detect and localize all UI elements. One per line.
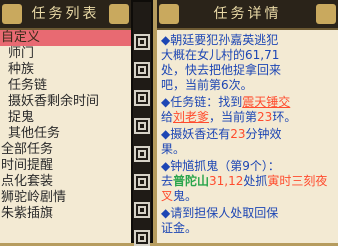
task-list-item[interactable]: 狮驼岭剧情 xyxy=(0,190,131,206)
scroll-decoration-icon xyxy=(134,202,150,218)
title-ornament-left-icon xyxy=(2,4,22,24)
task-list-item[interactable]: 其他任务 xyxy=(0,126,131,142)
scroll-decoration-icon xyxy=(134,174,150,190)
task-list-item[interactable]: 自定义 xyxy=(0,30,131,46)
task-list-title: 任务列表 xyxy=(31,6,100,22)
task-ghost-catching: ◆钟馗抓鬼（第9个）： 去普陀山31,12处抓寅时三刻夜叉鬼。 xyxy=(161,159,328,203)
scroll-decoration-icon xyxy=(134,34,150,50)
task-list-item[interactable]: 全部任务 xyxy=(0,142,131,158)
task-detail-content: ◆朝廷要犯孙嘉英逃犯 大概在女儿村的61,71 处，快去把他捉拿回来 吧，当前第… xyxy=(157,30,338,236)
task-incense-timer: ◆摄妖香还有23分钟效 果。 xyxy=(161,127,282,156)
task-list-item[interactable]: 师门 xyxy=(0,46,131,62)
task-list-title-bar: 任务列表 xyxy=(0,0,131,30)
task-detail-title: 任务详情 xyxy=(213,6,282,22)
task-list-item[interactable]: 点化套装 xyxy=(0,174,131,190)
scroll-decoration-icon xyxy=(134,146,150,162)
task-list-item[interactable]: 种族 xyxy=(0,62,131,78)
task-list-item[interactable]: 捉鬼 xyxy=(0,110,131,126)
task-list-panel: 任务列表 自定义 师门 种族 任务链 摄妖香剩余时间 捉鬼 其他任务 全部任务 时间提醒 点化套装… xyxy=(0,0,131,243)
scroll-decoration-icon xyxy=(134,118,150,134)
title-ornament-right-icon xyxy=(316,4,336,24)
task-list: 自定义 师门 种族 任务链 摄妖香剩余时间 捉鬼 其他任务 全部任务 时间提醒 点化套装 狮驼岭剧情… xyxy=(0,30,131,222)
task-list-item[interactable]: 时间提醒 xyxy=(0,158,131,174)
task-wanted-criminal: ◆朝廷要犯孙嘉英逃犯 大概在女儿村的61,71 处，快去把他捉拿回来 吧，当前第… xyxy=(161,33,282,92)
scroll-decoration-icon xyxy=(134,230,150,246)
task-chain: ◆任务链：找到震天锤交 给刘老爹，当前第23环。 xyxy=(161,95,297,124)
task-list-item[interactable]: 任务链 xyxy=(0,78,131,94)
task-list-item[interactable]: 朱紫插旗 xyxy=(0,206,131,222)
scroll-decoration-icon xyxy=(134,90,150,106)
title-ornament-left-icon xyxy=(159,4,179,24)
scroll-decoration-icon xyxy=(134,62,150,78)
task-list-item[interactable]: 摄妖香剩余时间 xyxy=(0,94,131,110)
task-list-scrollbar[interactable] xyxy=(131,0,153,246)
title-ornament-right-icon xyxy=(109,4,129,24)
task-detail-title-bar: 任务详情 xyxy=(157,0,338,30)
task-guarantor: ◆请到担保人处取回保 证金。 xyxy=(161,206,279,235)
task-detail-panel: 任务详情 ◆朝廷要犯孙嘉英逃犯 大概在女儿村的61,71 处，快去把他捉拿回来 … xyxy=(157,0,338,243)
